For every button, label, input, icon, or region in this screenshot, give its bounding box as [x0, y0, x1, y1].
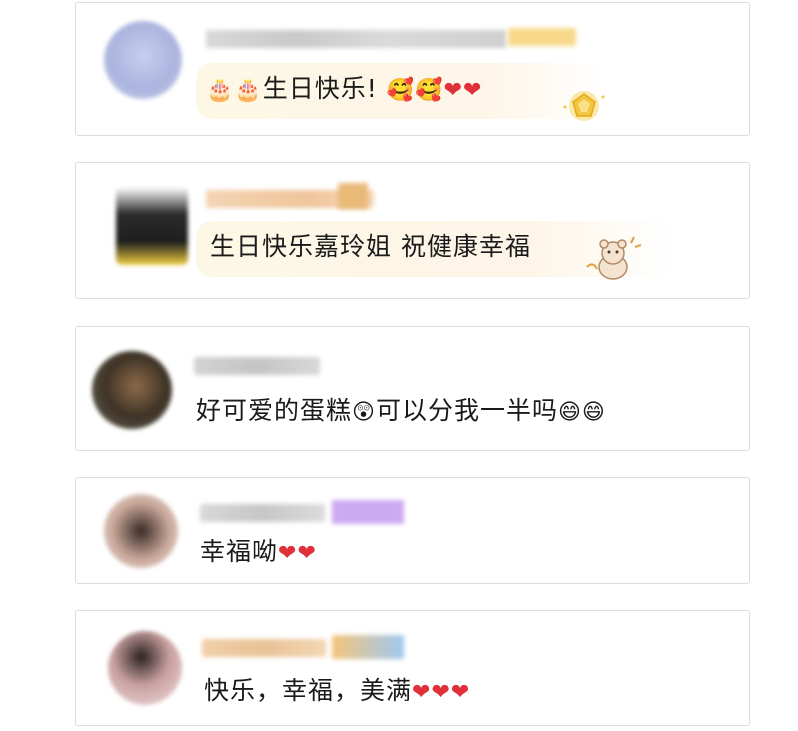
avatar[interactable] [104, 21, 182, 99]
avatar[interactable] [116, 187, 188, 265]
avatar[interactable] [104, 494, 178, 568]
vip-badge-blurred [332, 635, 404, 659]
username-blurred[interactable] [202, 639, 326, 657]
heart-icon: ❤❤ [278, 541, 317, 566]
heart-icon: ❤❤ [443, 78, 483, 103]
vip-badge-blurred [332, 500, 404, 524]
comment-text: 🎂🎂生日快乐! 🥰🥰❤❤ [206, 73, 482, 107]
comment-message-2: 可以分我一半吗 [375, 396, 558, 425]
grinning-face-icon: 😄😄 [557, 400, 606, 425]
comment-card-2[interactable]: 生日快乐嘉玲姐 祝健康幸福 [75, 162, 750, 299]
comment-text: 幸福呦❤❤ [200, 536, 317, 570]
comment-text: 好可爱的蛋糕😲可以分我一半吗😄😄 [196, 395, 606, 429]
astonished-face-icon: 😲 [352, 400, 376, 425]
avatar[interactable] [92, 351, 172, 429]
username-blurred[interactable] [206, 30, 506, 48]
comment-message: 幸福呦 [200, 537, 279, 566]
kiss-face-icon: 🥰🥰 [386, 78, 444, 103]
comment-card-4[interactable]: 幸福呦❤❤ [75, 477, 750, 584]
comment-message: 生日快乐! [262, 74, 378, 103]
vip-badge-blurred [508, 28, 576, 46]
comment-message: 好可爱的蛋糕 [196, 396, 353, 425]
comment-text: 快乐，幸福，美满❤❤❤ [204, 675, 470, 709]
bear-sticker-icon [586, 236, 641, 280]
comment-card-5[interactable]: 快乐，幸福，美满❤❤❤ [75, 610, 750, 726]
comment-message: 快乐，幸福，美满 [204, 676, 413, 705]
avatar[interactable] [108, 631, 182, 705]
cake-icon: 🎂🎂 [206, 78, 263, 103]
comment-text: 生日快乐嘉玲姐 祝健康幸福 [210, 232, 531, 261]
heart-icon: ❤❤❤ [412, 680, 471, 705]
comment-card-3[interactable]: 好可爱的蛋糕😲可以分我一半吗😄😄 [75, 326, 750, 451]
username-blurred[interactable] [200, 504, 325, 522]
vip-badge-blurred [338, 183, 368, 209]
gem-badge-icon [563, 91, 605, 121]
comment-card-1[interactable]: 🎂🎂生日快乐! 🥰🥰❤❤ [75, 2, 750, 136]
username-blurred[interactable] [194, 357, 320, 375]
